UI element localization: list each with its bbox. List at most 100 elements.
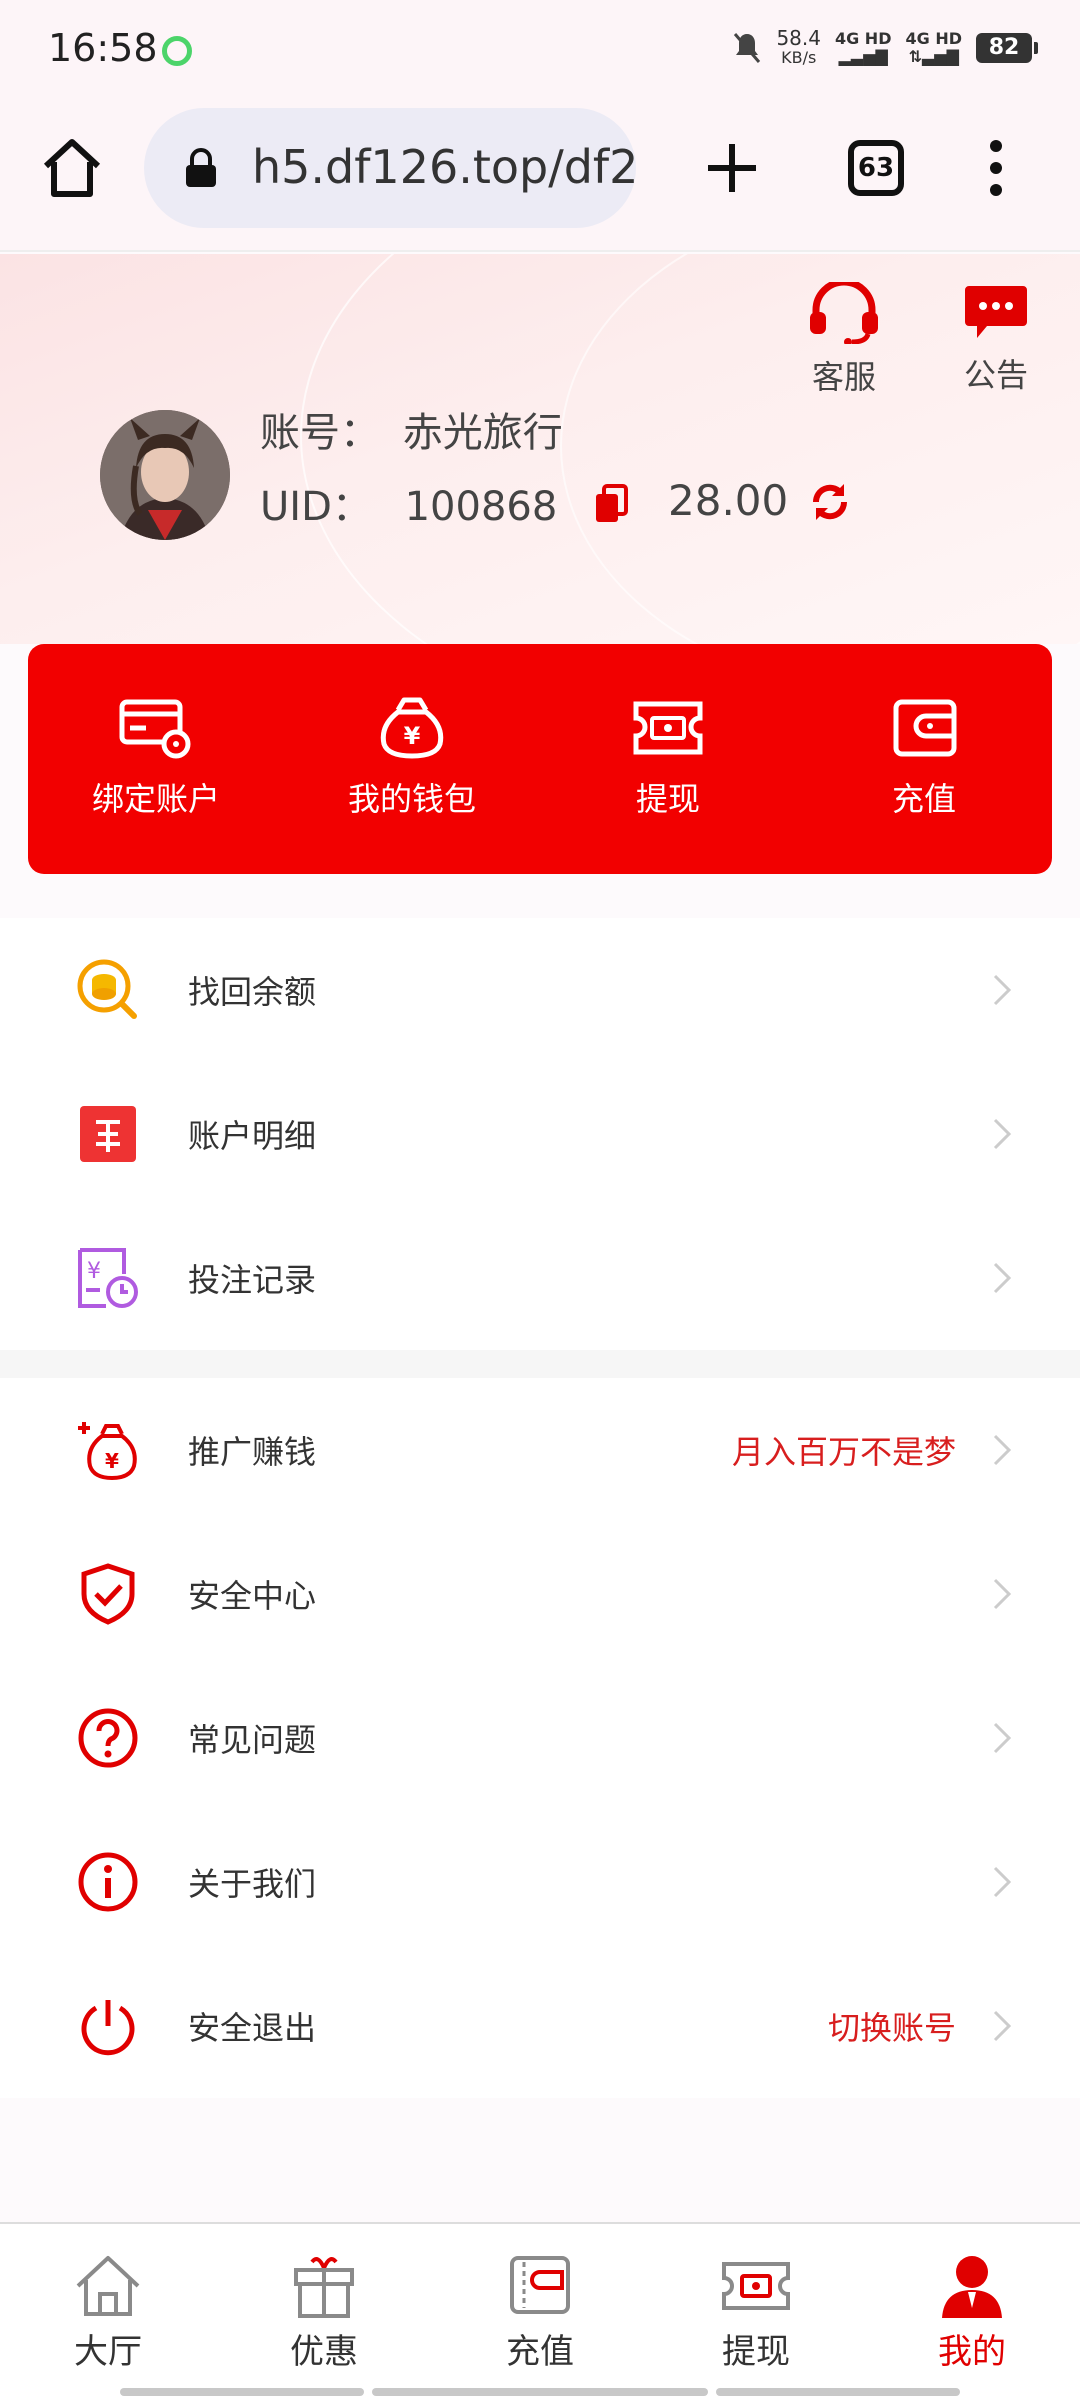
info-icon <box>78 1852 138 1912</box>
home-icon[interactable] <box>40 136 104 200</box>
nav-label: 提现 <box>722 2332 790 2372</box>
more-menu-icon[interactable] <box>980 136 1012 200</box>
menu-group-general: ¥ 推广赚钱 月入百万不是梦 安全中心 常见问题 关于我们 安全退出 切换账号 <box>0 1378 1080 2098</box>
menu-item-promotion[interactable]: ¥ 推广赚钱 月入百万不是梦 <box>0 1378 1080 1522</box>
avatar[interactable] <box>100 410 230 540</box>
browser-toolbar: h5.df126.top/df2 63 <box>0 100 1080 252</box>
new-tab-icon[interactable] <box>700 136 764 200</box>
nav-recharge[interactable]: 充值 <box>432 2224 648 2400</box>
menu-group-account: 找回余额 账户明细 ¥ 投注记录 <box>0 918 1080 1350</box>
copy-icon[interactable] <box>594 484 628 524</box>
menu-item-bet-records[interactable]: ¥ 投注记录 <box>0 1206 1080 1350</box>
shield-check-icon <box>81 1563 135 1625</box>
wallet-icon <box>893 699 957 757</box>
message-icon <box>965 286 1027 338</box>
nav-withdraw[interactable]: 提现 <box>648 2224 864 2400</box>
signal-2-label: 4G HD <box>905 29 962 48</box>
menu-label: 常见问题 <box>188 1721 317 1759</box>
chevron-right-icon <box>993 2010 1012 2042</box>
menu-item-security-center[interactable]: 安全中心 <box>0 1522 1080 1666</box>
nav-mine[interactable]: 我的 <box>864 2224 1080 2400</box>
account-label: 账号： <box>260 410 380 456</box>
uid-value: 100868 <box>404 484 558 530</box>
menu-item-faq[interactable]: 常见问题 <box>0 1666 1080 1810</box>
notice-button[interactable]: 公告 <box>946 282 1046 396</box>
lock-icon <box>186 148 216 187</box>
bottom-nav: 大厅 优惠 充值 提现 我的 <box>0 2222 1080 2400</box>
menu-label: 投注记录 <box>188 1261 317 1299</box>
my-wallet-label: 我的钱包 <box>347 780 476 818</box>
recharge-button[interactable]: 充值 <box>796 644 1052 874</box>
net-speed: 58.4 KB/s <box>776 28 821 68</box>
my-wallet-button[interactable]: ¥ 我的钱包 <box>284 644 540 874</box>
chevron-right-icon <box>993 1118 1012 1150</box>
chevron-right-icon <box>993 1722 1012 1754</box>
gift-icon <box>294 2257 354 2318</box>
uid-line: UID： 100868 <box>260 474 557 532</box>
signal-1: 4G HD ▂▃▅▇ <box>835 30 892 66</box>
menu-label: 推广赚钱 <box>188 1433 317 1471</box>
mute-bell-icon <box>734 33 761 63</box>
nav-promotions[interactable]: 优惠 <box>216 2224 432 2400</box>
headset-icon <box>810 278 878 346</box>
user-icon <box>942 2256 1002 2318</box>
svg-text:¥: ¥ <box>87 1259 101 1284</box>
yen-doc-icon <box>80 1106 136 1162</box>
customer-service-button[interactable]: 客服 <box>794 278 894 398</box>
signal-bars-icon: ⇅▃▅▇ <box>908 47 959 66</box>
menu-label: 安全退出 <box>188 2009 317 2047</box>
status-bar: 16:58 58.4 KB/s 4G HD ▂▃▅▇ 4G HD ⇅▃▅▇ 82 <box>0 0 1080 100</box>
switch-account-link[interactable]: 切换账号 <box>828 2003 956 2049</box>
ticket-cash-icon <box>722 2262 790 2310</box>
menu-item-account-details[interactable]: 账户明细 <box>0 1062 1080 1206</box>
withdraw-label: 提现 <box>635 780 700 818</box>
menu-item-about-us[interactable]: 关于我们 <box>0 1810 1080 1954</box>
menu-label: 找回余额 <box>188 973 317 1011</box>
chevron-right-icon <box>993 1578 1012 1610</box>
uid-label: UID： <box>260 484 372 530</box>
balance-value: 28.00 <box>668 476 789 525</box>
menu-item-logout[interactable]: 安全退出 切换账号 <box>0 1954 1080 2098</box>
gesture-bar <box>120 2388 364 2396</box>
bind-account-button[interactable]: 绑定账户 <box>28 644 284 874</box>
customer-service-label: 客服 <box>811 358 876 396</box>
chevron-right-icon <box>993 1262 1012 1294</box>
bind-account-label: 绑定账户 <box>91 780 220 818</box>
tab-count-button[interactable]: 63 <box>848 140 904 196</box>
chevron-right-icon <box>993 1866 1012 1898</box>
recharge-label: 充值 <box>891 780 956 818</box>
account-line: 账号： 赤光旅行 <box>260 400 563 458</box>
menu-label: 关于我们 <box>188 1865 317 1903</box>
url-text: h5.df126.top/df2 <box>252 140 636 194</box>
profile-header: 客服 公告 账号： 赤光旅行 UID： 100868 28.00 <box>0 254 1080 644</box>
nav-label: 我的 <box>938 2332 1006 2372</box>
withdraw-button[interactable]: 提现 <box>540 644 796 874</box>
status-indicator-icon <box>162 36 192 66</box>
url-bar[interactable]: h5.df126.top/df2 <box>144 108 636 228</box>
section-divider <box>0 1350 1080 1378</box>
net-speed-unit: KB/s <box>781 48 817 67</box>
chevron-right-icon <box>993 974 1012 1006</box>
menu-label: 账户明细 <box>188 1117 317 1155</box>
nav-lobby[interactable]: 大厅 <box>0 2224 216 2400</box>
status-time: 16:58 <box>48 26 158 70</box>
home-icon <box>76 2256 140 2316</box>
question-icon <box>78 1708 138 1768</box>
money-bag-icon: ¥ <box>380 697 444 759</box>
wallet-icon <box>510 2256 570 2314</box>
menu-label: 安全中心 <box>188 1577 317 1615</box>
card-settings-icon <box>119 699 191 759</box>
power-icon <box>81 2000 135 2056</box>
bet-record-icon: ¥ <box>78 1248 138 1308</box>
avatar-image <box>100 410 230 540</box>
ticket-cash-icon <box>633 701 703 755</box>
quick-action-panel: 绑定账户 ¥ 我的钱包 提现 充值 <box>28 644 1052 874</box>
battery-icon: 82 <box>976 33 1038 63</box>
promotion-slogan: 月入百万不是梦 <box>731 1433 956 1471</box>
refresh-icon[interactable] <box>808 480 852 524</box>
account-name: 赤光旅行 <box>402 410 563 456</box>
nav-label: 优惠 <box>290 2332 358 2372</box>
menu-item-recover-balance[interactable]: 找回余额 <box>0 918 1080 1062</box>
promo-bag-icon: ¥ <box>78 1422 137 1481</box>
nav-label: 充值 <box>506 2332 574 2372</box>
